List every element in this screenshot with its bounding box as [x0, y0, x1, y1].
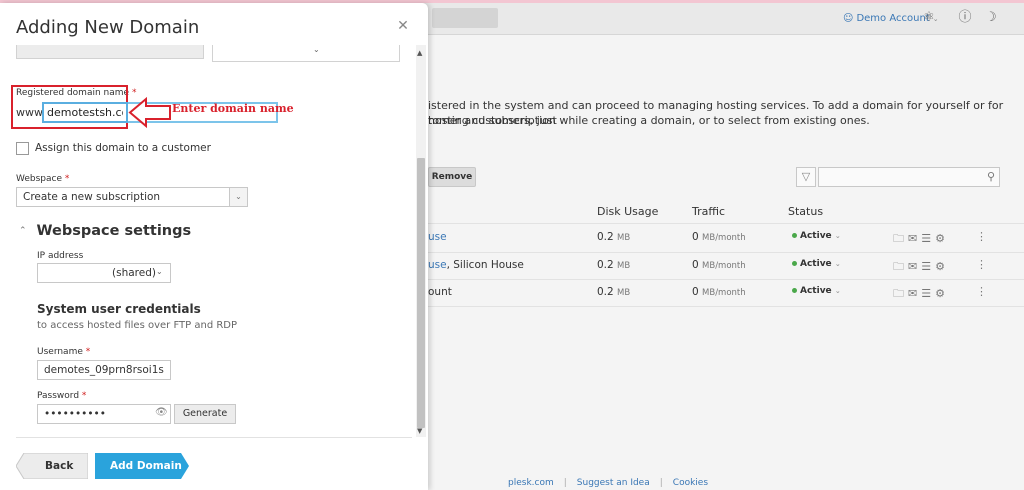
- moon-icon[interactable]: ☽: [984, 11, 998, 25]
- footer-divider: [16, 437, 412, 438]
- filter-icon[interactable]: ▽: [796, 167, 816, 187]
- webspace-label: Webspace *: [16, 174, 70, 184]
- scroll-down-icon[interactable]: ▼: [417, 427, 422, 435]
- chevron-up-icon: ⌃: [19, 226, 27, 236]
- status-badge[interactable]: Active ⌄: [792, 286, 841, 296]
- scrollbar-thumb[interactable]: [417, 158, 425, 428]
- scroll-up-icon[interactable]: ▲: [417, 49, 422, 57]
- username-label: Username *: [37, 347, 91, 357]
- domain-link[interactable]: use: [428, 231, 447, 243]
- assign-customer-checkbox[interactable]: [16, 142, 29, 155]
- ip-address-label: IP address: [37, 251, 84, 261]
- help-icon[interactable]: ⓘ: [958, 11, 972, 25]
- status-badge[interactable]: Active ⌄: [792, 231, 841, 241]
- header-search[interactable]: [432, 8, 498, 28]
- username-input[interactable]: [37, 360, 171, 380]
- account-label: Demo Account: [856, 13, 930, 24]
- row-action-icons[interactable]: 🗀✉☰⚙: [893, 230, 949, 249]
- assign-customer-label[interactable]: Assign this domain to a customer: [35, 142, 211, 154]
- generate-button[interactable]: Generate: [174, 404, 236, 424]
- remove-button[interactable]: Remove: [428, 167, 476, 187]
- password-input[interactable]: [37, 404, 171, 424]
- more-icon[interactable]: ⋮: [976, 285, 987, 298]
- credentials-title: System user credentials: [37, 302, 201, 316]
- column-traffic[interactable]: Traffic: [692, 205, 725, 218]
- webspace-settings-title: Webspace settings: [36, 223, 192, 239]
- credentials-subtitle: to access hosted files over FTP and RDP: [37, 320, 238, 331]
- annotation-text: Enter domain name: [172, 102, 294, 115]
- user-icon: ☺: [843, 13, 854, 24]
- footer-link-suggest[interactable]: Suggest an Idea: [577, 478, 650, 488]
- account-name: ount: [428, 286, 452, 298]
- add-domain-button[interactable]: Add Domain: [95, 453, 189, 479]
- status-badge[interactable]: Active ⌄: [792, 259, 841, 269]
- row-action-icons[interactable]: 🗀✉☰⚙: [893, 285, 949, 304]
- search-icon: ⚲: [986, 170, 995, 183]
- ip-address-select[interactable]: (shared) ⌄: [37, 263, 171, 283]
- password-label: Password *: [37, 391, 87, 401]
- column-disk-usage[interactable]: Disk Usage: [597, 205, 658, 218]
- left-arrow-icon: [128, 96, 171, 129]
- close-icon[interactable]: ✕: [396, 19, 410, 33]
- domain-link[interactable]: use: [428, 259, 447, 271]
- eye-slash-icon[interactable]: 👁: [155, 407, 168, 418]
- row-separator: [428, 223, 1024, 224]
- chevron-down-icon: ⌄: [156, 267, 163, 276]
- add-domain-dialog: Adding New Domain ✕ ▲ ▼ ⌄ Registered dom…: [0, 3, 428, 490]
- back-button[interactable]: Back: [15, 452, 89, 480]
- more-icon[interactable]: ⋮: [976, 258, 987, 271]
- column-status[interactable]: Status: [788, 205, 823, 218]
- scrolled-field-left: [16, 45, 204, 59]
- webspace-settings-toggle[interactable]: ⌃ Webspace settings: [19, 223, 191, 239]
- dialog-title: Adding New Domain: [16, 17, 200, 38]
- footer-link-cookies[interactable]: Cookies: [673, 478, 708, 488]
- footer-link-plesk[interactable]: plesk.com: [508, 478, 554, 488]
- scrolled-field-right: ⌄: [212, 45, 400, 62]
- row-action-icons[interactable]: 🗀✉☰⚙: [893, 258, 949, 277]
- intro-line-2: tomer and subscription while creating a …: [428, 114, 870, 127]
- chevron-down-icon: ⌄: [229, 188, 247, 206]
- page-footer: plesk.com | Suggest an Idea | Cookies: [508, 478, 709, 488]
- more-icon[interactable]: ⋮: [976, 230, 987, 243]
- globe-icon[interactable]: ⚛: [922, 11, 936, 25]
- domain-name-input[interactable]: [42, 102, 128, 123]
- webspace-select[interactable]: Create a new subscription ⌄: [16, 187, 248, 207]
- list-search-input[interactable]: ⚲: [818, 167, 1000, 187]
